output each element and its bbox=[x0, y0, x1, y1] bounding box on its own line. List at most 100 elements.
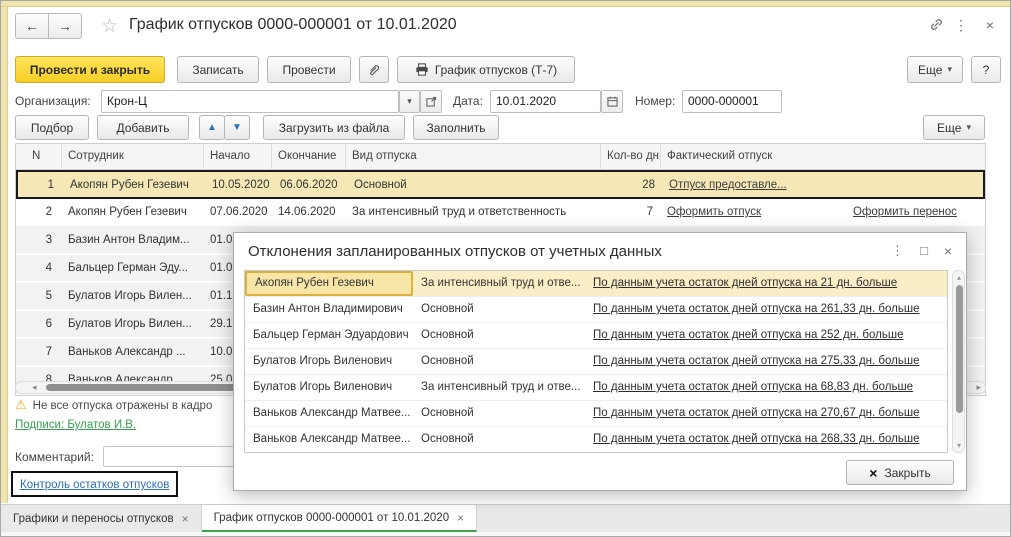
window-close-icon[interactable]: × bbox=[986, 17, 994, 33]
deviation-details-link[interactable]: По данным учета остаток дней отпуска на … bbox=[593, 329, 904, 341]
deviations-dialog: Отклонения запланированных отпусков от у… bbox=[233, 232, 967, 491]
actual-vacation-link[interactable]: Отпуск предоставле... bbox=[669, 179, 787, 191]
cell-vacation-type: За интенсивный труд и отве... bbox=[413, 375, 585, 400]
fill-button[interactable]: Заполнить bbox=[413, 115, 499, 140]
deviation-row[interactable]: Ваньков Александр Матвее...ОсновнойПо да… bbox=[245, 401, 947, 427]
cell-number: 1 bbox=[18, 172, 64, 197]
header-number[interactable]: N bbox=[16, 144, 62, 169]
dialog-close-button[interactable]: × Закрыть bbox=[846, 460, 954, 485]
deviation-row[interactable]: Ваньков Александр Матвее...ОсновнойПо да… bbox=[245, 427, 947, 453]
deviation-row[interactable]: Акопян Рубен ГезевичЗа интенсивный труд … bbox=[245, 271, 947, 297]
add-button[interactable]: Добавить bbox=[97, 115, 189, 140]
deviation-details-link[interactable]: По данным учета остаток дней отпуска на … bbox=[593, 433, 919, 445]
title-bar: ← → ☆ График отпусков 0000-000001 от 10.… bbox=[9, 9, 1006, 45]
dialog-maximize-icon[interactable]: □ bbox=[920, 243, 928, 258]
cell-deviation-message: По данным учета остаток дней отпуска на … bbox=[585, 349, 947, 374]
dialog-close-icon[interactable]: × bbox=[944, 243, 952, 259]
table-row[interactable]: 2Акопян Рубен Гезевич07.06.202014.06.202… bbox=[16, 199, 985, 227]
date-field[interactable]: 10.01.2020 bbox=[490, 90, 601, 113]
cell-deviation-message: По данным учета остаток дней отпуска на … bbox=[585, 297, 947, 322]
move-down-button[interactable]: ▼ bbox=[224, 115, 250, 140]
scrollbar-thumb[interactable] bbox=[956, 285, 963, 413]
dialog-vertical-scrollbar[interactable]: ▴ ▾ bbox=[952, 270, 965, 453]
help-button[interactable]: ? bbox=[971, 56, 1001, 83]
post-button[interactable]: Провести bbox=[267, 56, 351, 83]
load-from-file-button[interactable]: Загрузить из файла bbox=[263, 115, 405, 140]
cell-vacation-type: Основной bbox=[413, 349, 585, 374]
header-end[interactable]: Окончание bbox=[272, 144, 346, 169]
more-button-commands[interactable]: Еще ▾ bbox=[923, 115, 985, 140]
more-button-top[interactable]: Еще▾ bbox=[907, 56, 963, 83]
number-field[interactable]: 0000-000001 bbox=[682, 90, 782, 113]
cell-employee: Базин Антон Владимирович bbox=[245, 297, 413, 322]
more-label: Еще bbox=[918, 63, 942, 77]
post-and-close-button[interactable]: Провести и закрыть bbox=[15, 56, 165, 83]
top-accent-strip bbox=[1, 1, 1010, 7]
left-accent-strip bbox=[1, 7, 8, 503]
write-button[interactable]: Записать bbox=[177, 56, 259, 83]
signatures-link[interactable]: Подписи: Булатов И.В. bbox=[15, 419, 136, 431]
comment-label: Комментарий: bbox=[15, 450, 94, 464]
warning-icon: ⚠ bbox=[15, 397, 27, 412]
header-actual[interactable]: Фактический отпуск bbox=[661, 144, 985, 169]
cell-vacation-type: Основной bbox=[348, 172, 603, 197]
deviation-details-link[interactable]: По данным учета остаток дней отпуска на … bbox=[593, 381, 913, 393]
cell-employee: Булатов Игорь Вилен... bbox=[62, 311, 204, 337]
header-employee[interactable]: Сотрудник bbox=[62, 144, 204, 169]
scroll-down-icon[interactable]: ▾ bbox=[954, 441, 964, 450]
back-button[interactable]: ← bbox=[15, 13, 49, 39]
warning-text: Не все отпуска отражены в кадро bbox=[33, 400, 213, 412]
header-start[interactable]: Начало bbox=[204, 144, 272, 169]
more-label: Еще bbox=[937, 121, 961, 135]
cell-start-date: 07.06.2020 bbox=[204, 199, 272, 226]
bottom-tab-bar: Графики и переносы отпусков × График отп… bbox=[1, 504, 1010, 532]
window-menu-icon[interactable]: ⋮ bbox=[954, 17, 968, 34]
forward-button[interactable]: → bbox=[48, 13, 82, 39]
deviation-details-link[interactable]: По данным учета остаток дней отпуска на … bbox=[593, 303, 919, 315]
header-days[interactable]: Кол-во дн. bbox=[601, 144, 661, 169]
close-button-label: Закрыть bbox=[884, 466, 930, 480]
tab-close-icon[interactable]: × bbox=[182, 512, 189, 526]
cell-number: 3 bbox=[16, 227, 62, 253]
cell-employee: Булатов Игорь Виленович bbox=[245, 349, 413, 374]
header-type[interactable]: Вид отпуска bbox=[346, 144, 601, 169]
scroll-left-icon[interactable]: ◂ bbox=[32, 382, 37, 393]
deviation-row[interactable]: Булатов Игорь ВиленовичЗа интенсивный тр… bbox=[245, 375, 947, 401]
organization-open-button[interactable] bbox=[420, 90, 442, 113]
print-t7-label: График отпусков (Т-7) bbox=[435, 63, 557, 77]
scroll-up-icon[interactable]: ▴ bbox=[954, 273, 964, 282]
cell-employee: Ваньков Александр Матвее... bbox=[245, 401, 413, 426]
cell-number: 2 bbox=[16, 199, 62, 226]
deviation-row[interactable]: Булатов Игорь ВиленовичОсновной По данным… bbox=[245, 349, 947, 375]
cell-employee: Акопян Рубен Гезевич bbox=[62, 199, 204, 226]
tab-close-icon[interactable]: × bbox=[457, 511, 464, 525]
attachments-button[interactable] bbox=[359, 56, 389, 83]
organization-field[interactable]: Крон-Ц bbox=[101, 90, 399, 113]
cell-actual-vacation: Оформить отпуск bbox=[661, 199, 847, 226]
arrow-up-icon: ▲ bbox=[207, 122, 217, 133]
get-link-icon[interactable] bbox=[929, 17, 944, 35]
table-row[interactable]: 1Акопян Рубен Гезевич10.05.202006.06.202… bbox=[16, 170, 985, 199]
print-t7-button[interactable]: График отпусков (Т-7) bbox=[397, 56, 575, 83]
actual-vacation-link[interactable]: Оформить отпуск bbox=[667, 206, 761, 218]
dialog-menu-icon[interactable]: ⋮ bbox=[891, 243, 904, 259]
cell-vacation-type: Основной bbox=[413, 427, 585, 452]
deviation-details-link[interactable]: По данным учета остаток дней отпуска на … bbox=[593, 355, 919, 367]
deviation-details-link[interactable]: По данным учета остаток дней отпуска на … bbox=[593, 277, 897, 289]
deviation-row[interactable]: Бальцер Герман ЭдуардовичОсновнойПо данн… bbox=[245, 323, 947, 349]
deviation-row[interactable]: Базин Антон ВладимировичОсновнойПо данны… bbox=[245, 297, 947, 323]
deviation-details-link[interactable]: По данным учета остаток дней отпуска на … bbox=[593, 407, 919, 419]
table-header: N Сотрудник Начало Окончание Вид отпуска… bbox=[16, 144, 985, 170]
bottom-filler bbox=[1, 532, 1010, 537]
pick-button[interactable]: Подбор bbox=[15, 115, 89, 140]
organization-dropdown-button[interactable]: ▾ bbox=[399, 90, 420, 113]
date-calendar-button[interactable] bbox=[601, 90, 623, 113]
transfer-vacation-link[interactable]: Оформить перенос bbox=[853, 206, 957, 218]
vacation-balance-control-link[interactable]: Контроль остатков отпусков bbox=[11, 471, 178, 497]
chevron-down-icon: ▾ bbox=[966, 122, 971, 133]
scroll-right-icon[interactable]: ▸ bbox=[976, 382, 981, 393]
tab-vacation-schedules-list[interactable]: Графики и переносы отпусков × bbox=[1, 505, 202, 532]
move-up-button[interactable]: ▲ bbox=[199, 115, 225, 140]
favorite-star-icon[interactable]: ☆ bbox=[101, 15, 118, 38]
tab-vacation-schedule-document[interactable]: График отпусков 0000-000001 от 10.01.202… bbox=[202, 505, 478, 532]
